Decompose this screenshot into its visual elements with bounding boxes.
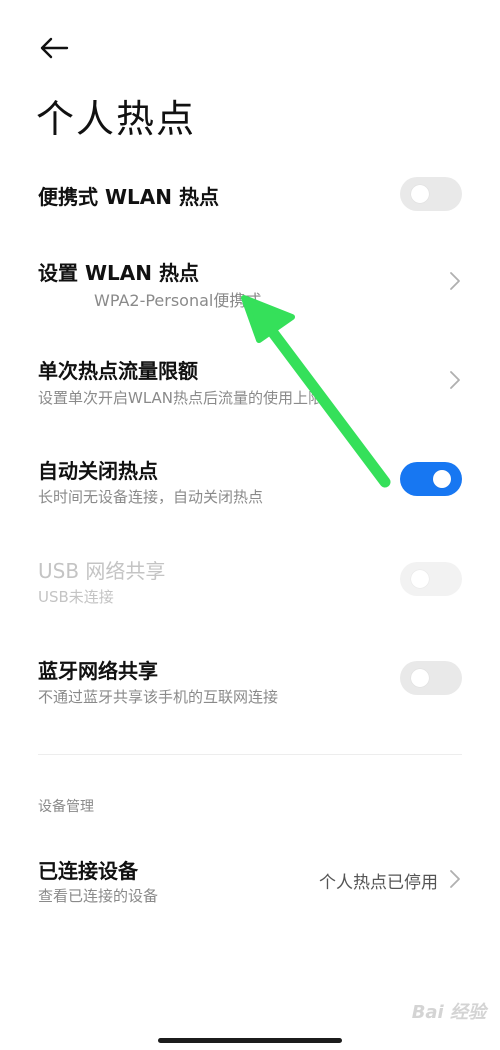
connected-devices-subtitle: 查看已连接的设备 [38,887,159,905]
auto-close-title: 自动关闭热点 [38,459,158,483]
traffic-limit-subtitle: 设置单次开启WLAN热点后流量的使用上限 [38,389,324,407]
traffic-limit-row[interactable]: 单次热点流量限额 设置单次开启WLAN热点后流量的使用上限 [0,340,500,420]
section-label: 设备管理 [38,799,94,815]
back-arrow-icon [40,37,69,59]
section-divider [38,754,462,755]
chevron-right-icon [450,272,460,290]
setup-hotspot-title: 设置 WLAN 热点 [38,261,199,285]
toggle-knob [411,185,429,203]
watermark-logo: Bai 经验 [411,1002,486,1023]
bluetooth-tethering-subtitle: 不通过蓝牙共享该手机的互联网连接 [38,688,279,706]
back-button[interactable] [36,30,72,66]
usb-tethering-subtitle: USB未连接 [38,588,114,606]
page-title: 个人热点 [36,97,197,141]
toggle-knob [411,570,429,588]
portable-hotspot-row[interactable]: 便携式 WLAN 热点 [0,156,500,236]
auto-close-toggle[interactable] [400,462,462,496]
toggle-knob [433,470,451,488]
auto-close-row[interactable]: 自动关闭热点 长时间无设备连接，自动关闭热点 [0,440,500,520]
setup-hotspot-subtitle: WPA2-Personal便携式 [94,291,262,310]
auto-close-subtitle: 长时间无设备连接，自动关闭热点 [38,488,264,506]
traffic-limit-title: 单次热点流量限额 [38,359,198,383]
bluetooth-tethering-toggle[interactable] [400,661,462,695]
chevron-right-icon [450,371,460,389]
connected-devices-row[interactable]: 已连接设备 查看已连接的设备 个人热点已停用 [0,840,500,920]
usb-tethering-toggle [400,562,462,596]
portable-hotspot-toggle[interactable] [400,177,462,211]
home-indicator [158,1038,342,1043]
bluetooth-tethering-row[interactable]: 蓝牙网络共享 不通过蓝牙共享该手机的互联网连接 [0,640,500,720]
toggle-knob [411,669,429,687]
setup-hotspot-row[interactable]: 设置 WLAN 热点 WPA2-Personal便携式 [0,240,500,320]
portable-hotspot-title: 便携式 WLAN 热点 [38,185,219,209]
chevron-right-icon [450,870,460,888]
bluetooth-tethering-title: 蓝牙网络共享 [38,659,158,683]
hotspot-status-value: 个人热点已停用 [319,873,438,893]
usb-tethering-row: USB 网络共享 USB未连接 [0,540,500,620]
connected-devices-title: 已连接设备 [38,859,138,883]
usb-tethering-title: USB 网络共享 [38,559,166,583]
